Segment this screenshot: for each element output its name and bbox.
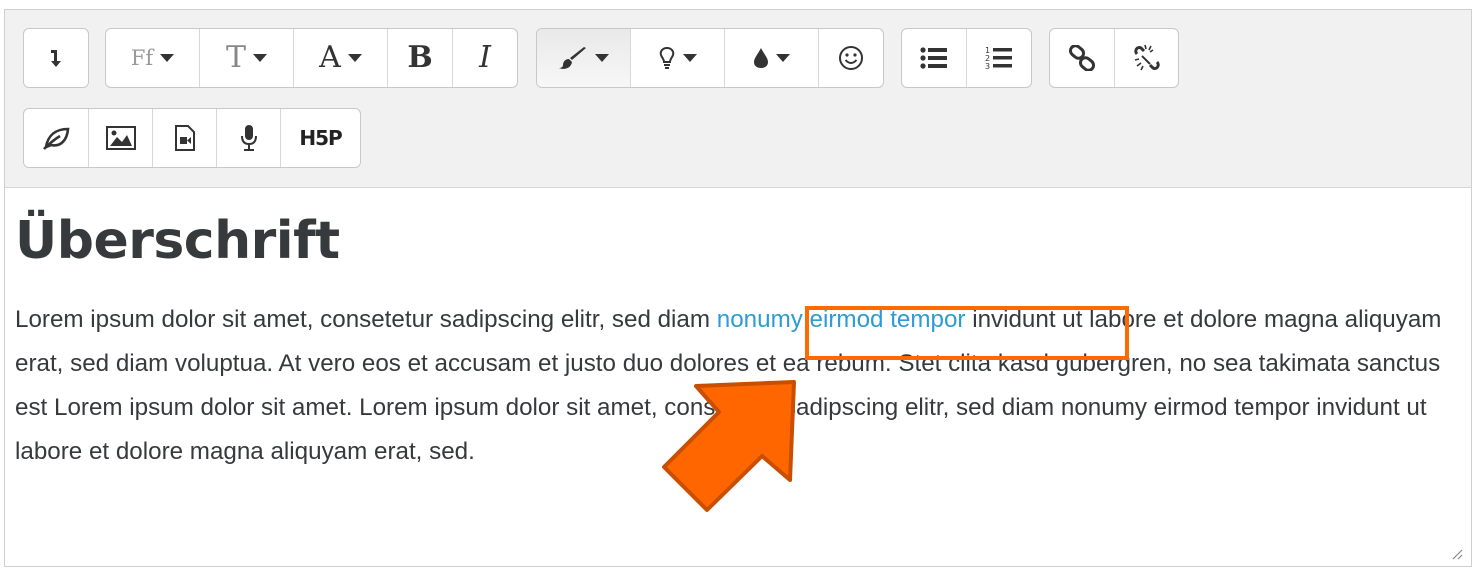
- font-family-label: Ff: [130, 45, 154, 70]
- toolbar-group-links: [1049, 28, 1179, 88]
- numbered-list-icon: 1 2 3: [985, 46, 1012, 71]
- toolbar-group-media: H5P: [23, 108, 361, 168]
- chevron-down-icon: [160, 54, 175, 62]
- svg-text:3: 3: [985, 62, 990, 71]
- brush-icon: [559, 47, 586, 69]
- content-heading: Überschrift: [15, 211, 340, 271]
- microphone-icon: [240, 125, 257, 151]
- chevron-down-icon: [776, 54, 790, 62]
- record-audio-button[interactable]: [217, 109, 281, 167]
- insert-image-button[interactable]: [89, 109, 153, 167]
- h5p-label: H5P: [299, 126, 342, 150]
- editor-toolbar: Ff T A B I 1 2 3 H5P: [5, 10, 1471, 188]
- font-size-button[interactable]: T: [200, 29, 294, 87]
- chevron-down-icon: [683, 54, 697, 62]
- arrow-down-icon: [51, 50, 61, 67]
- styles-button[interactable]: [537, 29, 631, 87]
- toolbar-group-font: Ff T A B I: [105, 28, 518, 88]
- image-icon: [105, 126, 136, 150]
- video-file-icon: [174, 125, 195, 151]
- chevron-down-icon: [253, 54, 267, 62]
- recordrtc-button[interactable]: [24, 109, 89, 167]
- list-icon: [920, 47, 947, 69]
- chevron-down-icon: [595, 54, 609, 62]
- emoji-button[interactable]: [819, 29, 883, 87]
- paragraph-text-before: Lorem ipsum dolor sit amet, consetetur s…: [15, 306, 717, 333]
- font-color-button[interactable]: A: [294, 29, 388, 87]
- italic-button[interactable]: I: [453, 29, 517, 87]
- background-color-button[interactable]: [725, 29, 819, 87]
- font-size-label: T: [225, 40, 246, 75]
- italic-label: I: [479, 40, 491, 75]
- unlink-icon: [1133, 44, 1160, 71]
- insert-h5p-button[interactable]: H5P: [281, 109, 360, 167]
- bold-button[interactable]: B: [388, 29, 453, 87]
- smiley-icon: [839, 46, 863, 70]
- resize-handle-icon[interactable]: [1451, 548, 1463, 560]
- pointer-arrow-icon: [662, 380, 796, 512]
- link-highlight-box: [805, 306, 1129, 360]
- font-family-button[interactable]: Ff: [106, 29, 200, 87]
- link-button[interactable]: [1050, 29, 1115, 87]
- collapse-toolbar-button[interactable]: [24, 29, 88, 87]
- unlink-button[interactable]: [1115, 29, 1178, 87]
- link-icon: [1068, 45, 1096, 71]
- drop-icon: [754, 48, 768, 68]
- chevron-down-icon: [347, 54, 362, 62]
- ordered-list-button[interactable]: 1 2 3: [967, 29, 1031, 87]
- font-color-label: A: [319, 40, 341, 75]
- lightbulb-icon: [659, 46, 675, 69]
- unordered-list-button[interactable]: [902, 29, 967, 87]
- insert-media-button[interactable]: [153, 109, 217, 167]
- highlight-button[interactable]: [631, 29, 725, 87]
- toolbar-group-style: [536, 28, 884, 88]
- leaf-icon: [43, 127, 70, 150]
- toolbar-group-lists: 1 2 3: [901, 28, 1032, 88]
- toolbar-group-collapse: [23, 28, 89, 88]
- bold-label: B: [407, 40, 433, 75]
